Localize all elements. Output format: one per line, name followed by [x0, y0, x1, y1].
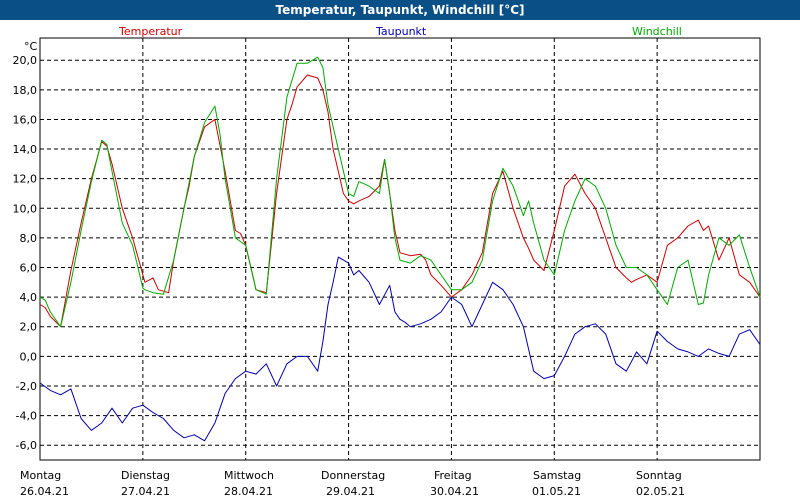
x-tick-day: Dienstag — [121, 469, 170, 482]
plot-border — [39, 37, 761, 461]
x-tick-date: 01.05.21 — [532, 485, 581, 498]
y-tick-label: 8,0 — [20, 232, 38, 245]
series-line-taupunkt — [39, 256, 761, 442]
y-tick-label: -6,0 — [16, 439, 37, 452]
x-tick-day: Mittwoch — [224, 469, 274, 482]
series-line-windchill — [39, 56, 761, 328]
line-chart: °C 20,0 18,0 16,0 14,0 12,0 10,0 8,0 6,0 4,0 2,0 0… — [13, 37, 761, 498]
x-tick-date: 30.04.21 — [430, 485, 479, 498]
x-tick-date: 02.05.21 — [636, 485, 685, 498]
y-tick-label: 20,0 — [13, 54, 38, 67]
x-tick-date: 27.04.21 — [121, 485, 170, 498]
series — [39, 56, 761, 442]
x-tick-date: 28.04.21 — [224, 485, 273, 498]
y-axis-ticks: 20,0 18,0 16,0 14,0 12,0 10,0 8,0 6,0 4,0 2,0 0,0 -… — [13, 54, 38, 452]
y-tick-label: -4,0 — [16, 410, 37, 423]
x-tick-day: Montag — [20, 469, 61, 482]
x-axis-ticks: Montag 26.04.21 Dienstag 27.04.21 Mittwoch 28… — [20, 469, 685, 498]
y-tick-label: 18,0 — [13, 84, 38, 97]
y-tick-label: 14,0 — [13, 143, 38, 156]
y-tick-label: 0,0 — [20, 350, 38, 363]
x-tick-date: 26.04.21 — [20, 485, 69, 498]
chart-window: Temperatur, Taupunkt, Windchill [°C] Tem… — [0, 0, 800, 500]
grid — [40, 38, 760, 460]
x-tick-day: Freitag — [434, 469, 472, 482]
x-tick-date: 29.04.21 — [326, 485, 375, 498]
x-tick-day: Samstag — [533, 469, 581, 482]
y-tick-label: -2,0 — [16, 380, 37, 393]
y-tick-label: 16,0 — [13, 113, 38, 126]
x-tick-day: Donnerstag — [321, 469, 385, 482]
y-tick-label: 12,0 — [13, 173, 38, 186]
y-tick-label: 6,0 — [20, 262, 38, 275]
y-tick-label: 10,0 — [13, 202, 38, 215]
y-axis-unit: °C — [24, 40, 38, 53]
series-line-temperatur — [39, 74, 761, 328]
y-tick-label: 2,0 — [20, 321, 38, 334]
y-tick-label: 4,0 — [20, 291, 38, 304]
x-tick-day: Sonntag — [636, 469, 682, 482]
